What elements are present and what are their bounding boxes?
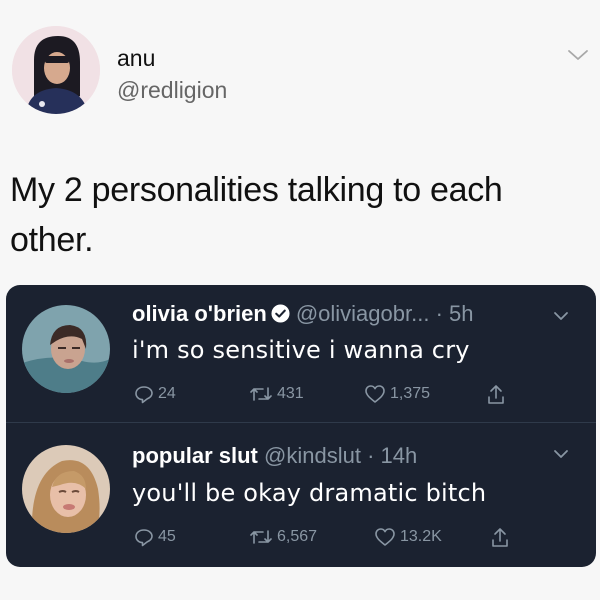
chevron-down-icon[interactable] [552,309,570,323]
avatar[interactable] [22,305,110,393]
retweet-count: 431 [277,385,304,402]
author-handle[interactable]: @redligion [117,77,227,104]
like-button[interactable]: 1,375 [364,384,430,404]
chevron-down-icon[interactable] [552,447,570,461]
avatar[interactable] [12,26,100,114]
tweet-author-handle[interactable]: @kindslut [264,443,361,468]
tweet-text: i'm so sensitive i wanna cry [132,336,470,364]
tweet-header: popular slut @kindslut · 14h [132,443,417,469]
verified-badge-icon [271,304,290,323]
reply-icon [135,386,153,404]
tweet-author-name[interactable]: olivia o'brien [132,301,267,326]
avatar[interactable] [22,445,110,533]
reply-count: 45 [158,528,176,545]
tweet-time[interactable]: · 5h [436,301,474,326]
tweet-author-handle[interactable]: @oliviagobr... [296,301,430,326]
reply-icon [135,529,153,547]
chevron-down-icon[interactable] [566,46,590,64]
retweet-icon [250,387,272,401]
like-button[interactable]: 13.2K [374,527,442,547]
reply-count: 24 [158,385,176,402]
tweet[interactable]: popular slut @kindslut · 14h you'll be o… [6,423,596,560]
like-icon [375,528,395,546]
share-button[interactable] [486,384,510,406]
post-header: anu @redligion [0,0,600,130]
tweet-header: olivia o'brien @oliviagobr... · 5h [132,301,474,327]
reply-button[interactable]: 45 [134,527,176,547]
tweet-text: you'll be okay dramatic bitch [132,479,487,507]
reply-button[interactable]: 24 [134,384,176,404]
like-icon [365,385,385,403]
retweet-button[interactable]: 6,567 [249,527,317,547]
like-count: 13.2K [400,528,442,545]
retweet-count: 6,567 [277,528,318,545]
embedded-tweets: olivia o'brien @oliviagobr... · 5h i'm so… [6,285,596,567]
tweet[interactable]: olivia o'brien @oliviagobr... · 5h i'm so… [6,285,596,422]
tweet-author-name[interactable]: popular slut [132,443,258,468]
share-icon [492,528,508,547]
share-icon [488,385,504,404]
retweet-button[interactable]: 431 [249,384,304,404]
post-text: My 2 personalities talking to each other… [10,171,503,259]
author-name[interactable]: anu [117,45,155,72]
retweet-icon [250,530,272,544]
share-button[interactable] [490,527,514,549]
like-count: 1,375 [390,385,431,402]
tweet-time[interactable]: · 14h [367,443,417,468]
